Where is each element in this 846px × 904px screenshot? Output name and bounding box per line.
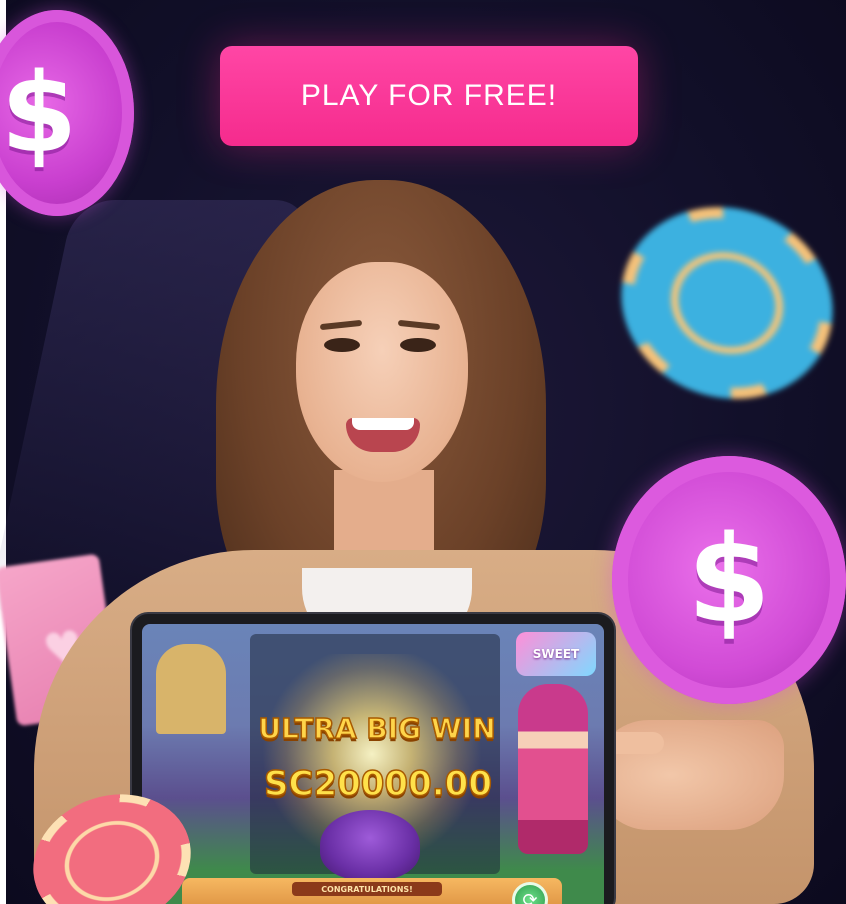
castle-icon [156, 644, 226, 734]
witch-character [518, 684, 588, 854]
left-brow [319, 319, 363, 331]
right-brow [397, 319, 441, 331]
headline [0, 0, 846, 4]
dollar-symbol-large: $ [687, 510, 771, 650]
right-eye [400, 338, 436, 352]
tablet-device: SWEET ULTRA BIG WIN SC20000.00 CONGRATUL… [132, 614, 614, 904]
win-amount: SC20000.00 [263, 763, 492, 805]
left-eye [324, 338, 360, 352]
game-screen: SWEET ULTRA BIG WIN SC20000.00 CONGRATUL… [142, 624, 604, 904]
cauldron-icon [320, 810, 420, 880]
dollar-coin-icon-large: $ [612, 456, 846, 704]
smile [346, 418, 420, 452]
win-title: ULTRA BIG WIN [258, 711, 497, 746]
game-logo: SWEET [516, 632, 596, 676]
face [296, 262, 468, 482]
congrats-banner: CONGRATULATIONS! [292, 882, 442, 896]
teeth [352, 418, 414, 430]
play-for-free-button[interactable]: PLAY FOR FREE! [220, 46, 638, 146]
dollar-symbol: $ [0, 49, 78, 177]
